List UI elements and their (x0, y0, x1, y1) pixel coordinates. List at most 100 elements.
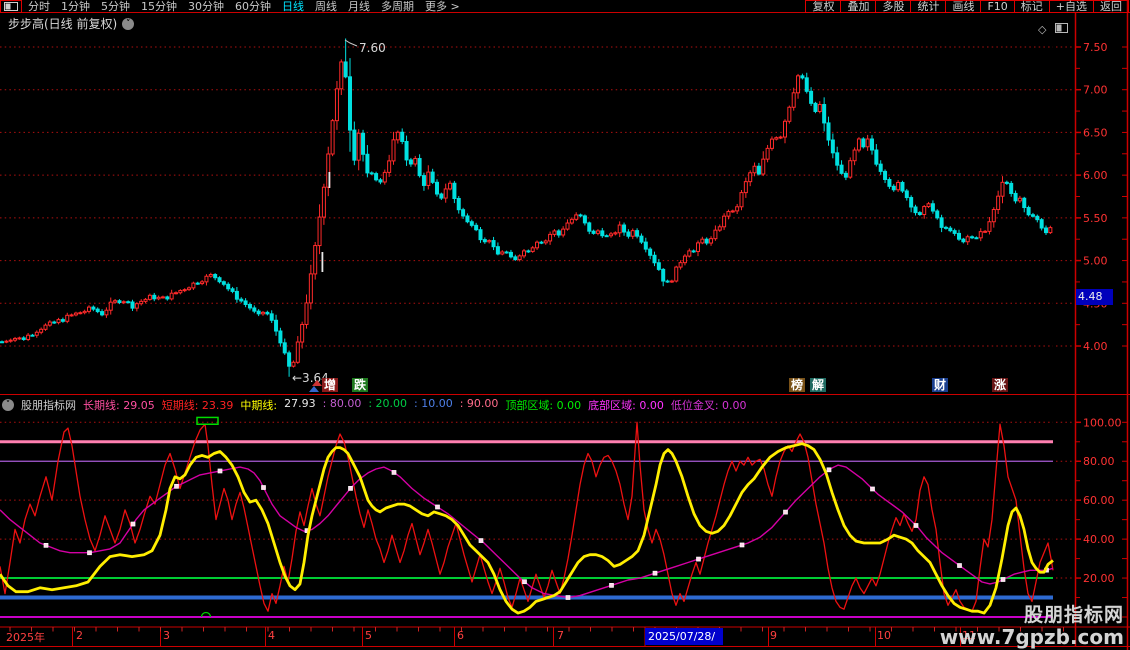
magenta-marker (871, 487, 875, 491)
candle (662, 269, 665, 281)
toolbar-button-3[interactable]: 统计 (910, 0, 946, 13)
magenta-marker (784, 510, 788, 514)
pane-icon[interactable] (1055, 23, 1068, 36)
candle (462, 210, 465, 216)
chevron-down-icon[interactable]: ˅ (122, 18, 134, 30)
candle (940, 218, 943, 228)
toolbar-item-10[interactable]: 更多 > (425, 0, 460, 13)
indicator-value-1: 短期线: 23.39 (162, 397, 234, 413)
page-title: 步步高(日线 前复权) (8, 15, 117, 32)
candle (601, 231, 604, 236)
magenta-marker (88, 551, 92, 555)
blue-triangle-icon (309, 386, 319, 392)
toolbar-item-6[interactable]: 日线 (282, 0, 304, 13)
candle (918, 213, 921, 215)
candle (1005, 182, 1008, 183)
toolbar-button-6[interactable]: 标记 (1014, 0, 1050, 13)
candle (35, 332, 38, 335)
candle (148, 295, 151, 299)
magenta-marker (610, 583, 614, 587)
candle (936, 211, 939, 218)
candle (283, 343, 286, 353)
badge-jie[interactable]: 解 (810, 378, 826, 392)
candle (331, 121, 334, 154)
badge-inc[interactable]: 增 (322, 378, 338, 392)
candle (449, 183, 452, 189)
candle (723, 216, 726, 227)
candle (884, 171, 887, 179)
candle (910, 198, 913, 207)
candle (757, 166, 760, 174)
toolbar-item-3[interactable]: 15分钟 (141, 0, 177, 13)
candle (227, 284, 230, 289)
toolbar-item-2[interactable]: 5分钟 (101, 0, 130, 13)
toolbar-button-8[interactable]: 返回 (1093, 0, 1129, 13)
toolbar-item-7[interactable]: 周线 (315, 0, 337, 13)
candle (453, 183, 456, 198)
candle (257, 311, 260, 314)
badge-zhang[interactable]: 涨 (992, 378, 1008, 392)
candle (140, 301, 143, 303)
candle (170, 293, 173, 299)
price-axis-label: 7.00 (1083, 84, 1108, 97)
indicator-axis-label: 60.00 (1083, 494, 1115, 507)
magenta-marker (566, 596, 570, 600)
chart-canvas[interactable]: 7.507.006.506.005.505.004.504.007.60←3.6… (0, 0, 1130, 650)
toolbar-item-8[interactable]: 月线 (348, 0, 370, 13)
candle (409, 160, 412, 164)
toolbar-item-1[interactable]: 1分钟 (61, 0, 90, 13)
candle (797, 76, 800, 93)
candle (57, 320, 60, 323)
badge-dec[interactable]: 跌 (352, 378, 368, 392)
candle (592, 231, 595, 233)
toolbar-button-2[interactable]: 多股 (875, 0, 911, 13)
candle (905, 191, 908, 198)
diamond-icon[interactable]: ◇ (1038, 23, 1046, 36)
toolbar-button-7[interactable]: +自选 (1049, 0, 1094, 13)
badge-bang[interactable]: 榜 (789, 378, 805, 392)
candle (440, 194, 443, 198)
toolbar-item-5[interactable]: 60分钟 (235, 0, 271, 13)
month-label-8: 10 (877, 629, 891, 642)
indicator-value-0: 长期线: 29.05 (83, 397, 155, 413)
candle (749, 173, 752, 182)
toolbar-item-0[interactable]: 分时 (28, 0, 50, 13)
candle (157, 297, 160, 298)
candle (544, 241, 547, 243)
candle (971, 237, 974, 238)
candle (296, 342, 299, 362)
watermark-line2: www.7gpzb.com (940, 626, 1124, 648)
toolbar-item-4[interactable]: 30分钟 (188, 0, 224, 13)
magenta-marker (958, 564, 962, 568)
candle (262, 312, 265, 313)
candle (1036, 216, 1039, 219)
candle (83, 311, 86, 312)
candle (1018, 198, 1021, 201)
toolbar-button-1[interactable]: 叠加 (840, 0, 876, 13)
candle (836, 153, 839, 165)
candle (370, 173, 373, 174)
candle (175, 293, 178, 294)
candle (5, 341, 8, 342)
toolbar-button-0[interactable]: 复权 (805, 0, 841, 13)
candle (831, 140, 834, 153)
toolbar-item-9[interactable]: 多周期 (381, 0, 414, 13)
chevron-down-icon[interactable]: ˅ (2, 399, 14, 411)
candle (192, 283, 195, 288)
candle (70, 315, 73, 316)
candle (888, 179, 891, 186)
candle (14, 338, 17, 340)
candle (27, 335, 30, 339)
toolbar-button-5[interactable]: F10 (980, 0, 1014, 13)
candle (214, 274, 217, 277)
candle (583, 216, 586, 223)
split-pane-icon[interactable] (0, 0, 22, 13)
toolbar-button-4[interactable]: 画线 (945, 0, 981, 13)
candle (218, 278, 221, 282)
candle (122, 302, 125, 303)
indicator-values: 长期线: 29.05短期线: 23.39中期线:27.93: 80.00: 20… (83, 397, 747, 413)
candle (897, 182, 900, 189)
badge-cai[interactable]: 财 (932, 378, 948, 392)
candle (914, 207, 917, 213)
candle (866, 139, 869, 147)
